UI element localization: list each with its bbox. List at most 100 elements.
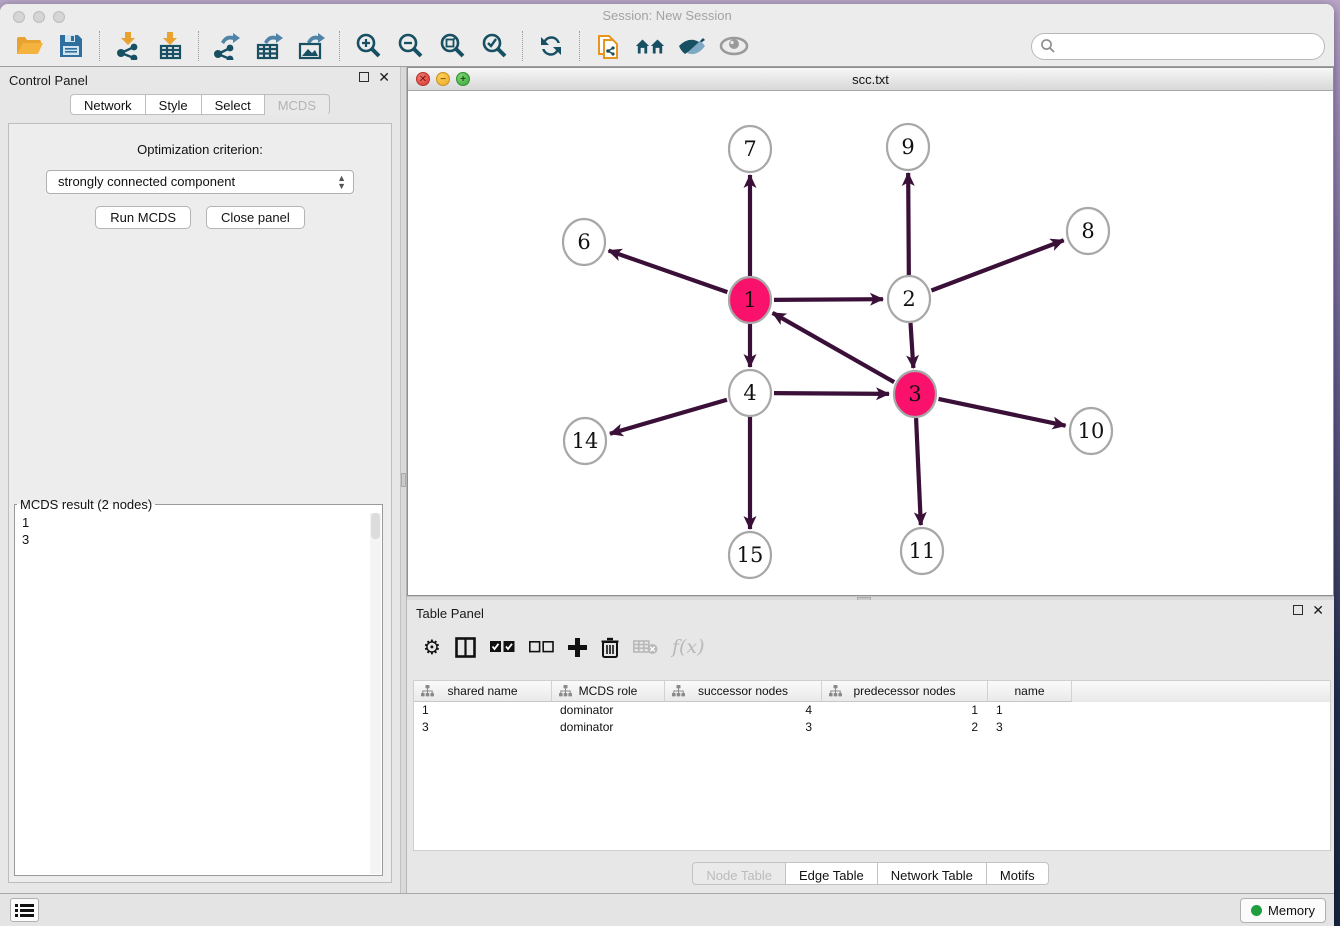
node-label: 8 [1081, 219, 1094, 243]
search-icon [1040, 38, 1056, 59]
home-layout-icon[interactable] [635, 31, 665, 61]
mcds-result-box: MCDS result (2 nodes) 1 3 [14, 497, 383, 876]
window-title: Session: New Session [0, 8, 1334, 23]
result-scrollbar[interactable] [370, 513, 381, 874]
show-columns-icon[interactable] [455, 634, 476, 660]
network-canvas[interactable]: 7 9 6 8 1 2 4 3 14 10 15 11 [408, 91, 1333, 595]
tab-select[interactable]: Select [202, 94, 265, 115]
tab-network-table[interactable]: Network Table [878, 862, 987, 885]
table-panel-close-icon[interactable]: ✕ [1312, 605, 1324, 615]
edge-4-3[interactable] [774, 393, 889, 394]
edge-1-6[interactable] [609, 251, 728, 293]
export-image-icon[interactable] [296, 31, 326, 61]
node-label: 4 [743, 381, 756, 405]
node-7[interactable]: 7 [729, 126, 771, 172]
criterion-value: strongly connected component [58, 174, 235, 189]
hide-selected-icon[interactable] [677, 31, 707, 61]
node-11[interactable]: 11 [901, 528, 943, 574]
node-10[interactable]: 10 [1070, 408, 1112, 454]
node-table[interactable]: shared nameMCDS rolesuccessor nodesprede… [413, 680, 1331, 851]
criterion-select[interactable]: strongly connected component ▲▼ [46, 170, 354, 194]
edge-3-10[interactable] [938, 399, 1065, 426]
toolbar-separator [579, 31, 580, 61]
table-header-row: shared nameMCDS rolesuccessor nodesprede… [414, 681, 1330, 702]
zoom-in-icon[interactable] [353, 31, 383, 61]
edge-4-14[interactable] [610, 400, 727, 434]
edge-1-2[interactable] [774, 299, 883, 300]
import-table-icon[interactable] [155, 31, 185, 61]
table-panel-float-button[interactable] [1293, 605, 1303, 615]
control-panel-float-button[interactable] [359, 72, 369, 82]
edge-3-1[interactable] [773, 313, 895, 382]
node-9[interactable]: 9 [887, 124, 929, 170]
column-header-predecessor-nodes[interactable]: predecessor nodes [822, 681, 988, 702]
node-4[interactable]: 4 [729, 370, 771, 416]
import-network-icon[interactable] [113, 31, 143, 61]
tab-edge-table[interactable]: Edge Table [786, 862, 878, 885]
tab-mcds[interactable]: MCDS [265, 94, 330, 115]
column-header-name[interactable]: name [988, 681, 1072, 702]
toolbar-separator [339, 31, 340, 61]
zoom-selected-icon[interactable] [479, 31, 509, 61]
panel-splitter[interactable] [400, 67, 407, 893]
node-2[interactable]: 2 [888, 276, 930, 322]
table-settings-gear-icon[interactable]: ⚙ [423, 634, 441, 660]
run-mcds-button[interactable]: Run MCDS [95, 206, 191, 229]
mcds-result-text[interactable]: 1 3 [15, 512, 370, 875]
clone-network-icon[interactable] [593, 31, 623, 61]
search-input[interactable] [1031, 33, 1325, 60]
edge-2-9[interactable] [908, 173, 909, 275]
toolbar-separator [99, 31, 100, 61]
network-window: ✕ − + scc.txt 7 9 6 8 1 2 4 3 14 10 15 11 [407, 67, 1334, 596]
edge-3-11[interactable] [916, 418, 921, 525]
network-window-titlebar[interactable]: ✕ − + scc.txt [408, 68, 1333, 91]
select-chevrons-icon: ▲▼ [337, 174, 346, 190]
refresh-icon[interactable] [536, 31, 566, 61]
export-network-icon[interactable] [212, 31, 242, 61]
control-panel: Control Panel ✕ NetworkStyleSelectMCDS O… [0, 67, 400, 893]
zoom-fit-icon[interactable] [437, 31, 467, 61]
zoom-out-icon[interactable] [395, 31, 425, 61]
cell-name: 1 [988, 702, 1072, 719]
control-panel-close-icon[interactable]: ✕ [378, 72, 390, 82]
table-body: 1dominator4113dominator323 [414, 702, 1330, 736]
node-label: 15 [737, 543, 764, 567]
show-all-icon[interactable] [719, 31, 749, 61]
node-15[interactable]: 15 [729, 532, 771, 578]
node-label: 7 [743, 137, 756, 161]
tab-network[interactable]: Network [70, 94, 146, 115]
node-label: 2 [902, 287, 915, 311]
tab-style[interactable]: Style [146, 94, 202, 115]
select-all-icon[interactable] [490, 634, 515, 660]
node-label: 14 [572, 429, 599, 453]
cell-shared-name: 3 [414, 719, 552, 736]
close-panel-button[interactable]: Close panel [206, 206, 305, 229]
deselect-all-icon[interactable] [529, 634, 554, 660]
tab-motifs[interactable]: Motifs [987, 862, 1049, 885]
node-label: 10 [1078, 419, 1105, 443]
node-14[interactable]: 14 [564, 418, 606, 464]
task-history-button[interactable] [10, 898, 39, 922]
column-header-MCDS-role[interactable]: MCDS role [552, 681, 665, 702]
memory-button[interactable]: Memory [1240, 898, 1326, 923]
node-1[interactable]: 1 [729, 277, 771, 323]
column-header-successor-nodes[interactable]: successor nodes [665, 681, 822, 702]
edge-2-3[interactable] [911, 323, 914, 368]
open-session-icon[interactable] [14, 31, 44, 61]
table-row[interactable]: 3dominator323 [414, 719, 1330, 736]
add-column-icon[interactable] [568, 634, 587, 660]
node-6[interactable]: 6 [563, 219, 605, 265]
save-session-icon[interactable] [56, 31, 86, 61]
column-header-shared-name[interactable]: shared name [414, 681, 552, 702]
delete-column-trash-icon[interactable] [601, 634, 619, 660]
edge-2-8[interactable] [931, 240, 1063, 290]
table-panel-title: Table Panel [416, 606, 484, 621]
export-table-icon[interactable] [254, 31, 284, 61]
node-3[interactable]: 3 [894, 371, 936, 417]
table-row[interactable]: 1dominator411 [414, 702, 1330, 719]
tab-node-table[interactable]: Node Table [692, 862, 786, 885]
delete-table-icon-disabled [633, 634, 658, 660]
control-panel-tabs: NetworkStyleSelectMCDS [0, 94, 400, 115]
node-8[interactable]: 8 [1067, 208, 1109, 254]
search-field-wrap [1031, 33, 1325, 60]
